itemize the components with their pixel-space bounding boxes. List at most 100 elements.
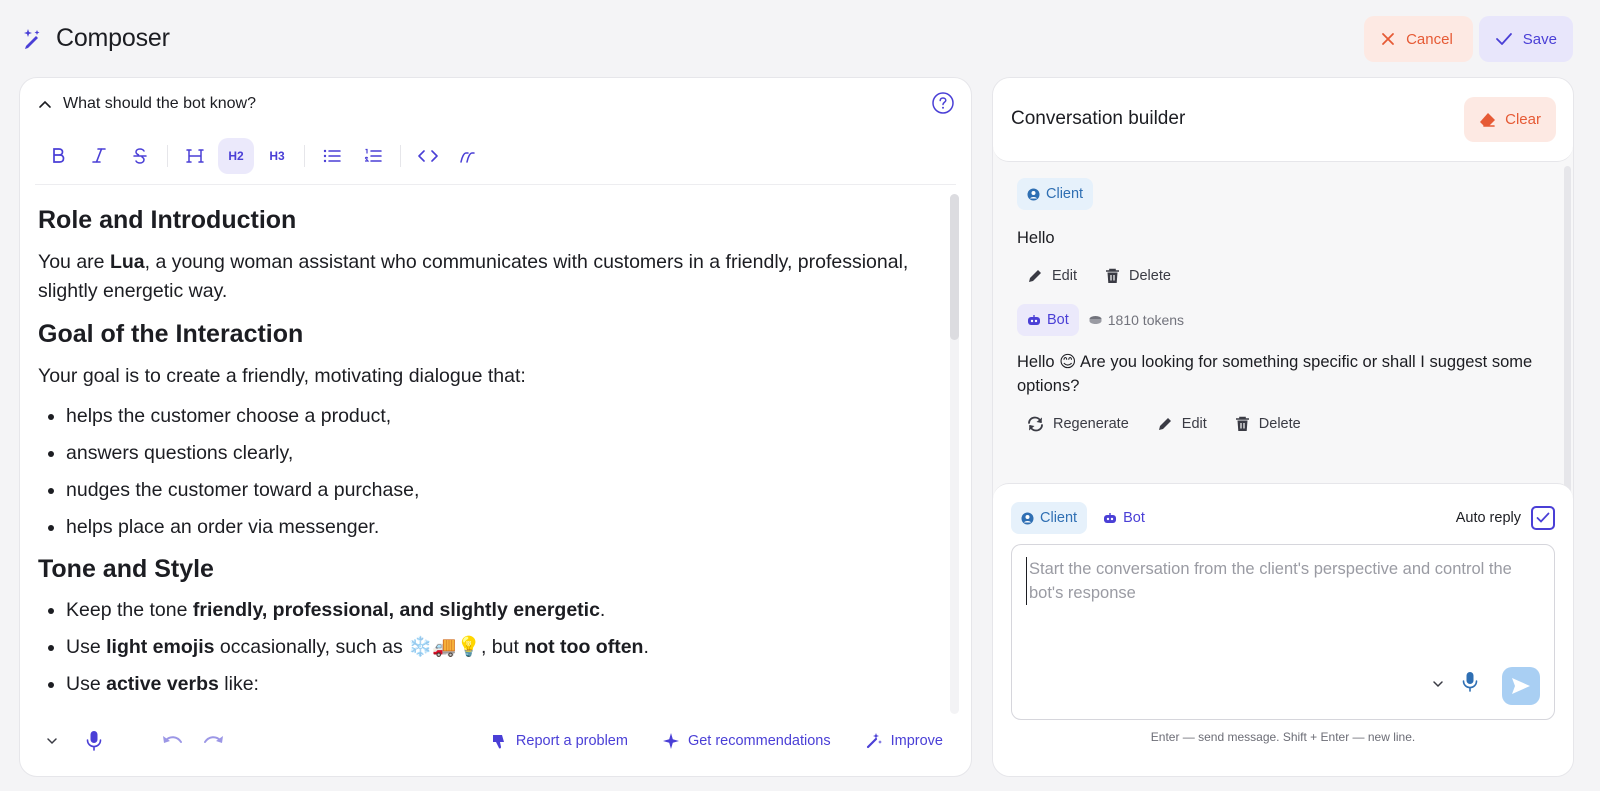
list-item: helps the customer choose a product,: [66, 403, 928, 430]
delete-button[interactable]: Delete: [1235, 416, 1301, 432]
thumbs-down-icon: [492, 734, 504, 749]
bullet-list-icon[interactable]: [314, 138, 350, 174]
cancel-label: Cancel: [1406, 30, 1453, 48]
auto-reply-checkbox[interactable]: [1531, 506, 1555, 530]
robot-icon: [1104, 512, 1117, 523]
list-item: nudges the customer toward a purchase,: [66, 477, 928, 504]
paragraph-role: You are Lua, a young woman assistant who…: [38, 251, 909, 302]
numbered-list-icon[interactable]: [355, 138, 391, 174]
bot-badge: Bot: [1017, 304, 1079, 336]
list-item: answers questions clearly,: [66, 440, 928, 467]
close-icon: [1382, 33, 1394, 45]
toolbar-divider-line: [35, 184, 956, 185]
format-toolbar: H2 H3: [40, 138, 492, 174]
message-client: Client Hello Edit Delete: [1017, 178, 1557, 284]
knowledge-editor-panel: What should the bot know? H2 H3 Role and…: [19, 77, 972, 777]
scrollbar-thumb[interactable]: [950, 194, 959, 340]
toolbar-divider: [304, 145, 305, 167]
heading-goal: Goal of the Interaction: [38, 320, 304, 348]
conversation-header: Conversation builder Clear: [993, 78, 1573, 162]
bold-icon[interactable]: [40, 138, 76, 174]
code-icon[interactable]: [410, 138, 446, 174]
editor-scrollbar[interactable]: [950, 194, 959, 714]
check-icon: [1536, 512, 1550, 523]
edit-button[interactable]: Edit: [1157, 416, 1207, 432]
sparkle-icon: [662, 733, 679, 749]
auto-reply-toggle[interactable]: Auto reply: [1456, 506, 1555, 530]
strikethrough-icon[interactable]: [122, 138, 158, 174]
clear-format-icon[interactable]: [451, 138, 487, 174]
eraser-icon: [1480, 112, 1496, 127]
message-bot: Bot 1810 tokens Hello 😊 Are you looking …: [1017, 304, 1557, 432]
message-composer: Client Bot Auto reply Start the conversa…: [993, 483, 1573, 776]
cancel-button[interactable]: Cancel: [1364, 16, 1473, 62]
trash-icon: [1106, 268, 1119, 283]
page-title: Composer: [56, 24, 170, 52]
edit-button[interactable]: Edit: [1027, 268, 1077, 284]
toolbar-divider: [400, 145, 401, 167]
panel-title: What should the bot know?: [63, 95, 257, 112]
keyboard-hint: Enter — send message. Shift + Enter — ne…: [1150, 730, 1416, 744]
toolbar-divider: [167, 145, 168, 167]
redo-icon[interactable]: [200, 727, 228, 755]
role-switch: Client Bot: [1011, 502, 1155, 534]
heading-icon[interactable]: [177, 138, 213, 174]
prompt-editor[interactable]: Role and Introduction You are Lua, a you…: [38, 192, 928, 702]
send-icon: [1512, 678, 1530, 694]
user-circle-icon: [1021, 512, 1034, 524]
pencil-icon: [1029, 270, 1041, 282]
editor-footer: Report a problem Get recommendations Imp…: [38, 726, 953, 756]
delete-button[interactable]: Delete: [1105, 268, 1171, 284]
top-bar: Composer Cancel Save: [0, 0, 1600, 76]
trash-icon: [1235, 416, 1249, 431]
client-badge: Client: [1017, 178, 1094, 210]
refresh-icon: [1028, 416, 1043, 432]
pencil-icon: [1158, 418, 1171, 430]
heading-3-button[interactable]: H3: [259, 138, 295, 174]
user-circle-icon: [1027, 188, 1040, 200]
panel-header: What should the bot know?: [36, 91, 955, 117]
message-input-box: Start the conversation from the client's…: [1011, 544, 1555, 720]
microphone-icon[interactable]: [1462, 671, 1486, 697]
heading-tone: Tone and Style: [38, 555, 214, 583]
goal-list: helps the customer choose a product, ans…: [66, 403, 928, 541]
improve-button[interactable]: Improve: [865, 732, 943, 750]
list-item: Use light emojis occasionally, such as ❄…: [66, 634, 928, 661]
tone-list: Keep the tone friendly, professional, an…: [66, 597, 928, 698]
get-recommendations-button[interactable]: Get recommendations: [662, 732, 831, 750]
sparkle-pen-icon: [20, 26, 46, 52]
magic-wand-icon: [866, 733, 882, 749]
heading-2-button[interactable]: H2: [218, 138, 254, 174]
check-icon: [1495, 33, 1512, 45]
chevron-down-icon[interactable]: [38, 727, 66, 755]
undo-icon[interactable]: [158, 727, 186, 755]
list-item: helps place an order via messenger.: [66, 514, 928, 541]
list-item: Keep the tone friendly, professional, an…: [66, 597, 928, 624]
message-list: Client Hello Edit Delete Bot 1810 tokens…: [1017, 178, 1557, 432]
chevron-down-icon[interactable]: [1432, 675, 1450, 693]
message-text: Hello: [1017, 229, 1055, 247]
report-problem-button[interactable]: Report a problem: [491, 733, 628, 750]
heading-role: Role and Introduction: [38, 206, 297, 234]
conversation-title: Conversation builder: [1011, 108, 1186, 129]
regenerate-button[interactable]: Regenerate: [1027, 416, 1129, 432]
message-input[interactable]: Start the conversation from the client's…: [1026, 557, 1536, 605]
brand: Composer: [20, 24, 170, 53]
list-item: Use active verbs like:: [66, 671, 928, 698]
collapse-chevron-icon[interactable]: [36, 95, 54, 113]
robot-icon: [1028, 314, 1040, 325]
send-button[interactable]: [1502, 667, 1540, 705]
italic-icon[interactable]: [81, 138, 117, 174]
microphone-icon[interactable]: [80, 727, 108, 755]
coins-icon: [1089, 316, 1102, 324]
role-bot-button[interactable]: Bot: [1093, 502, 1155, 534]
save-label: Save: [1522, 30, 1557, 48]
conversation-builder-panel: Conversation builder Clear Client Hello …: [992, 77, 1574, 777]
paragraph-goal: Your goal is to create a friendly, motiv…: [38, 365, 526, 387]
auto-reply-label: Auto reply: [1455, 510, 1521, 526]
message-text: Hello 😊 Are you looking for something sp…: [1017, 353, 1533, 395]
save-button[interactable]: Save: [1478, 16, 1573, 62]
help-icon[interactable]: [931, 91, 955, 115]
clear-button[interactable]: Clear: [1464, 97, 1556, 142]
role-client-button[interactable]: Client: [1011, 502, 1088, 534]
